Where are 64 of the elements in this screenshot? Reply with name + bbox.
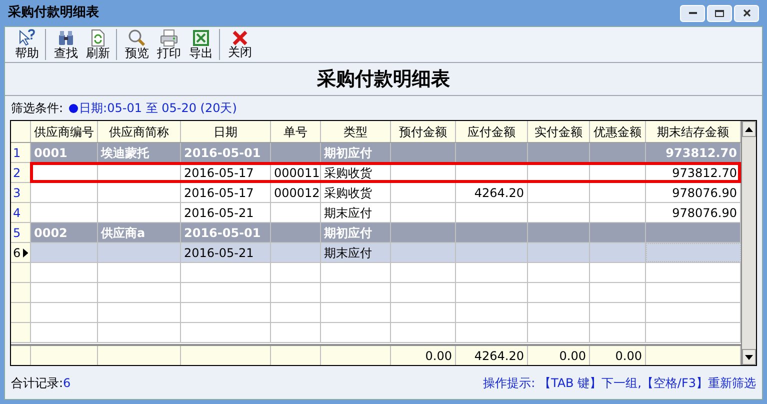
close-button[interactable]: [734, 4, 759, 22]
maximize-button[interactable]: [707, 4, 732, 22]
record-label: 合计记录:: [11, 374, 64, 392]
table-cell: [456, 143, 528, 162]
printer-icon: [160, 29, 178, 47]
table-cell: 采购收货: [321, 183, 391, 202]
help-cursor-icon: [18, 29, 36, 47]
row-number: 6: [11, 243, 31, 262]
table-cell: [528, 143, 590, 162]
toolbar-button[interactable]: 帮助: [11, 29, 46, 60]
column-header: 供应商简称: [98, 121, 181, 142]
close-icon: [742, 9, 750, 17]
report-title: 采购付款明细表: [317, 66, 450, 92]
window-title: 采购付款明细表: [8, 4, 99, 22]
column-header: 类型: [321, 121, 391, 142]
column-header: 优惠金额: [590, 121, 646, 142]
table-cell: 2016-05-01: [181, 143, 271, 162]
row-number: 3: [11, 183, 31, 202]
table-cell: 埃迪蒙托: [98, 143, 181, 162]
column-header: 实付金额: [528, 121, 590, 142]
table-cell: 期末应付: [321, 203, 391, 222]
table-cell: 2016-05-21: [181, 243, 271, 262]
total-cell: 0.00: [528, 346, 590, 365]
column-header: 预付金额: [391, 121, 456, 142]
table-cell: 2016-05-01: [181, 223, 271, 242]
spreadsheet-icon: [192, 29, 210, 47]
row-number: 5: [11, 223, 31, 242]
row-number: 1: [11, 143, 31, 162]
toolbar-button[interactable]: 关闭: [224, 30, 256, 59]
filter-value: 日期:05-01 至 05-20 (20天): [79, 100, 237, 117]
table-cell: 期初应付: [321, 143, 391, 162]
scrollbar[interactable]: [741, 121, 756, 365]
record-count: 6: [63, 374, 71, 392]
binoculars-icon: [57, 29, 75, 47]
toolbar-button[interactable]: 打印: [153, 29, 185, 60]
toolbar-button[interactable]: 查找: [50, 29, 82, 60]
table-cell: 973812.70: [646, 143, 741, 162]
scroll-up-icon[interactable]: [745, 126, 753, 132]
close-icon: [232, 30, 248, 46]
total-cell: 0.00: [391, 346, 456, 365]
table-cell: [271, 143, 321, 162]
row-number: 2: [11, 163, 31, 182]
table-cell: 0001: [31, 143, 98, 162]
column-header: 单号: [271, 121, 321, 142]
minimize-button[interactable]: [680, 4, 705, 22]
row-number: 4: [11, 203, 31, 222]
table-cell: 期初应付: [321, 223, 391, 242]
total-cell: 4264.20: [456, 346, 528, 365]
table-cell: 0002: [31, 223, 98, 242]
table-cell: [391, 143, 456, 162]
table-cell: 期末应付: [321, 243, 391, 262]
hint-text: 操作提示: 【TAB 键】下一组,【空格/F3】重新筛选: [483, 374, 756, 392]
column-header: 应付金额: [456, 121, 528, 142]
document-arrows-icon: [90, 29, 106, 47]
toolbar-button[interactable]: 导出: [185, 29, 220, 60]
column-header: 日期: [181, 121, 271, 142]
column-header: 供应商编号: [31, 121, 98, 142]
toolbar-button[interactable]: 预览: [121, 29, 153, 60]
table-cell: [590, 143, 646, 162]
scroll-down-icon[interactable]: [745, 354, 753, 360]
total-cell: 0.00: [590, 346, 646, 365]
table-cell: 供应商a: [98, 223, 181, 242]
toolbar-button[interactable]: 刷新: [82, 29, 117, 60]
filter-label: 筛选条件:: [11, 100, 64, 117]
